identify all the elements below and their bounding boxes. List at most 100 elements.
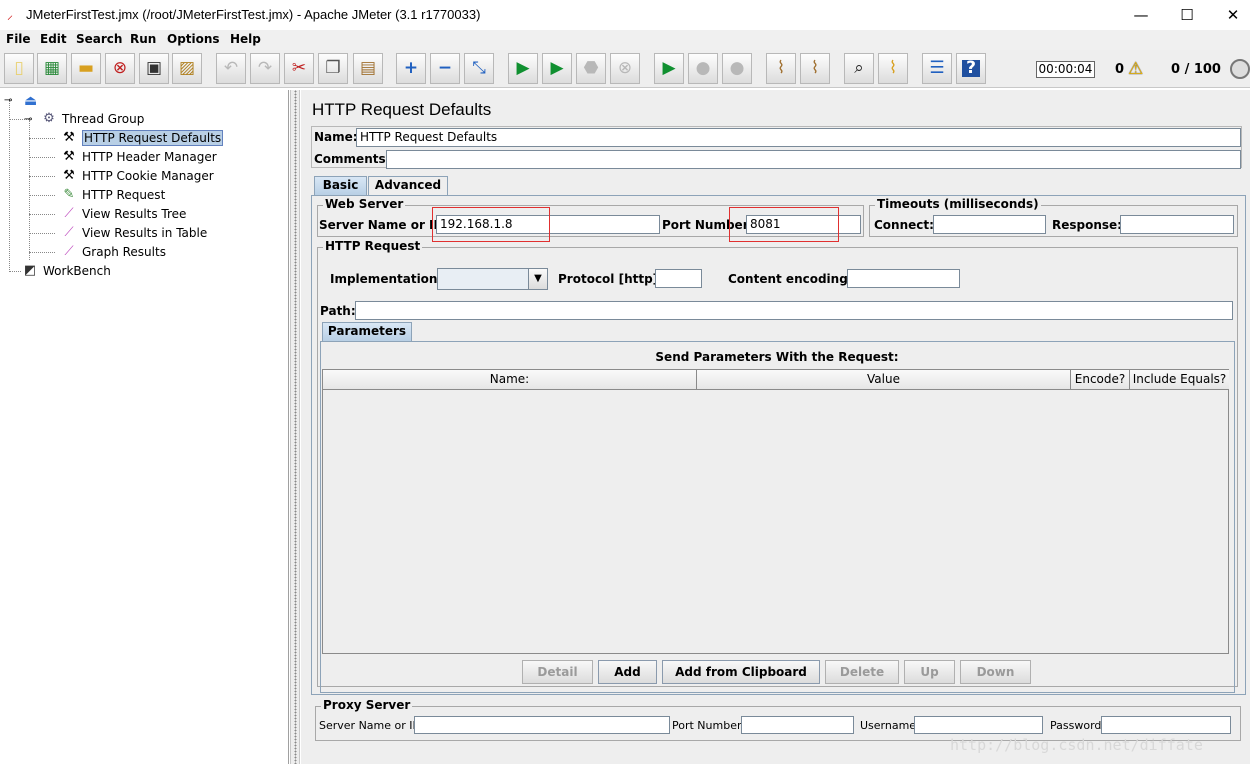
elapsed-timer: 00:00:04	[1036, 61, 1095, 78]
active-threads: 0 / 100	[1171, 62, 1221, 77]
root-expand-toggle[interactable]: ⊸	[4, 95, 12, 106]
shutdown-icon[interactable]: ⊗	[610, 53, 640, 84]
chevron-down-icon[interactable]: ▼	[528, 268, 548, 290]
tree-item-view-results-table[interactable]: ⟋ View Results in Table	[60, 223, 207, 242]
add-button[interactable]: Add	[598, 660, 657, 684]
column-header-encode[interactable]: Encode?	[1071, 370, 1130, 389]
paste-icon[interactable]: ▤	[353, 53, 383, 84]
parameters-heading: Send Parameters With the Request:	[655, 350, 899, 364]
close-icon[interactable]: ⊗	[105, 53, 135, 84]
function-helper-icon[interactable]: ☰	[922, 53, 952, 84]
comments-field[interactable]	[386, 150, 1241, 169]
thread-group-toggle[interactable]: ⊸	[24, 114, 32, 125]
tree-item-http-request-defaults[interactable]: ⚒ HTTP Request Defaults	[60, 128, 224, 147]
highlight-box-port	[729, 207, 839, 242]
menu-file[interactable]: File	[6, 32, 31, 46]
tab-parameters[interactable]: Parameters	[322, 322, 412, 341]
close-window-button[interactable]: ✕	[1210, 0, 1250, 30]
proxy-port-label: Port Number:	[672, 719, 746, 732]
tree-item-view-results-tree[interactable]: ⟋ View Results Tree	[60, 204, 186, 223]
proxy-server-field[interactable]	[414, 716, 670, 734]
minimize-button[interactable]: —	[1118, 0, 1164, 30]
proxy-username-field[interactable]	[914, 716, 1043, 734]
column-header-name[interactable]: Name:	[323, 370, 697, 389]
path-field[interactable]	[355, 301, 1233, 320]
delete-button[interactable]: Delete	[825, 660, 899, 684]
chart-icon: ⟋	[64, 206, 74, 221]
warning-icon[interactable]: ⚠	[1128, 59, 1143, 79]
undo-icon[interactable]: ↶	[216, 53, 246, 84]
response-timeout-field[interactable]	[1120, 215, 1234, 234]
server-name-label: Server Name or IP:	[319, 218, 448, 232]
config-panel: HTTP Request Defaults Name: HTTP Request…	[301, 90, 1250, 764]
error-count: 0	[1115, 62, 1125, 77]
down-button[interactable]: Down	[960, 660, 1031, 684]
redo-icon[interactable]: ↷	[250, 53, 280, 84]
watermark: http://blog.csdn.net/diffate	[950, 736, 1203, 754]
open-icon[interactable]: ▬	[71, 53, 101, 84]
new-icon[interactable]: ▯	[4, 53, 34, 84]
proxy-username-label: Username	[860, 719, 917, 732]
search-icon[interactable]: ⌕	[844, 53, 874, 84]
tree-item-http-request[interactable]: ✎ HTTP Request	[60, 185, 166, 204]
remote-shutdown-icon[interactable]: ●	[722, 53, 752, 84]
content-encoding-field[interactable]	[847, 269, 960, 288]
reset-search-icon[interactable]: ⌇	[878, 53, 908, 84]
tree-item-http-header-manager[interactable]: ⚒ HTTP Header Manager	[60, 147, 216, 166]
templates-icon[interactable]: ▦	[37, 53, 67, 84]
save-icon[interactable]: ▣	[139, 53, 169, 84]
name-field[interactable]: HTTP Request Defaults	[356, 128, 1241, 147]
proxy-port-field[interactable]	[741, 716, 854, 734]
proxy-server-label: Server Name or IP:	[319, 719, 423, 732]
add-from-clipboard-button[interactable]: Add from Clipboard	[662, 660, 820, 684]
tab-basic[interactable]: Basic	[314, 176, 367, 195]
tree-item-http-cookie-manager[interactable]: ⚒ HTTP Cookie Manager	[60, 166, 214, 185]
tree-item-thread-group[interactable]: ⚙ Thread Group	[40, 109, 144, 128]
proxy-password-label: Password	[1050, 719, 1102, 732]
pipette-icon: ✎	[63, 187, 75, 202]
menu-bar: File Edit Search Run Options Help	[0, 30, 1250, 50]
detail-button[interactable]: Detail	[522, 660, 593, 684]
help-icon[interactable]: ?	[956, 53, 986, 84]
tree-item-workbench[interactable]: ◩ WorkBench	[21, 261, 111, 280]
split-pane-divider[interactable]	[290, 90, 300, 764]
proxy-server-title: Proxy Server	[321, 698, 413, 712]
parameters-table[interactable]: Name: Value Encode? Include Equals?	[322, 369, 1229, 654]
column-header-value[interactable]: Value	[697, 370, 1071, 389]
test-plan-icon[interactable]: ⏏	[24, 93, 37, 109]
toggle-icon[interactable]: ⤡	[464, 53, 494, 84]
copy-icon[interactable]: ❐	[318, 53, 348, 84]
protocol-field[interactable]	[655, 269, 702, 288]
start-no-timers-icon[interactable]: ▶	[542, 53, 572, 84]
clear-all-icon[interactable]: ⌇	[800, 53, 830, 84]
column-header-include-equals[interactable]: Include Equals?	[1130, 370, 1229, 389]
highlight-box-server	[432, 207, 550, 242]
up-button[interactable]: Up	[904, 660, 955, 684]
connect-timeout-field[interactable]	[933, 215, 1046, 234]
remote-stop-icon[interactable]: ●	[688, 53, 718, 84]
maximize-button[interactable]: ☐	[1164, 0, 1210, 30]
page-title: HTTP Request Defaults	[312, 100, 492, 119]
content-encoding-label: Content encoding:	[728, 272, 853, 286]
clear-icon[interactable]: ⌇	[766, 53, 796, 84]
save-as-icon[interactable]: ▨	[172, 53, 202, 84]
tab-advanced[interactable]: Advanced	[368, 176, 448, 195]
web-server-title: Web Server	[323, 197, 406, 211]
menu-options[interactable]: Options	[167, 32, 220, 46]
path-label: Path:	[320, 304, 356, 318]
menu-search[interactable]: Search	[76, 32, 122, 46]
comments-label: Comments:	[314, 152, 391, 166]
cut-icon[interactable]: ✂	[284, 53, 314, 84]
wrench-icon: ⚒	[63, 130, 75, 145]
menu-help[interactable]: Help	[230, 32, 261, 46]
expand-icon[interactable]: +	[396, 53, 426, 84]
proxy-password-field[interactable]	[1101, 716, 1231, 734]
stop-icon[interactable]: ⬣	[576, 53, 606, 84]
menu-run[interactable]: Run	[130, 32, 156, 46]
tree-item-graph-results[interactable]: ⟋ Graph Results	[60, 242, 166, 261]
menu-edit[interactable]: Edit	[40, 32, 67, 46]
start-icon[interactable]: ▶	[508, 53, 538, 84]
remote-start-icon[interactable]: ▶	[654, 53, 684, 84]
protocol-label: Protocol [http]:	[558, 272, 663, 286]
collapse-icon[interactable]: −	[430, 53, 460, 84]
